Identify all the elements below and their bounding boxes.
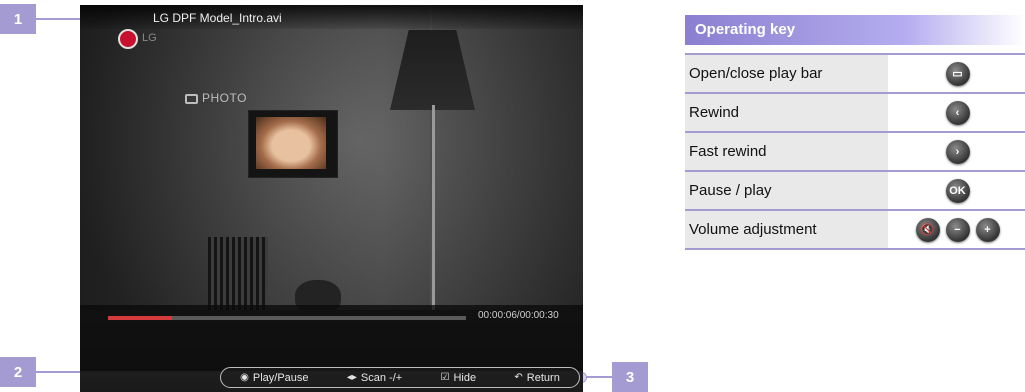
control-label: Play/Pause xyxy=(252,371,309,384)
hide-hint[interactable]: ☑ Hide xyxy=(441,372,477,384)
callout-2: 2 xyxy=(0,357,36,387)
left-right-arrows-icon: ◂▸ xyxy=(346,372,357,383)
callout-1-line xyxy=(36,18,82,20)
checkbox-icon: ☑ xyxy=(440,372,450,383)
operating-key-buttons: ▭ xyxy=(890,55,1025,92)
scan-hint[interactable]: ◂▸ Scan -/+ xyxy=(347,372,402,384)
photo-image xyxy=(256,117,326,169)
mute-icon: 🔇 xyxy=(915,217,940,242)
volume-down-icon: − xyxy=(945,217,970,242)
operating-key-row: Volume adjustment 🔇 − + xyxy=(685,211,1025,250)
operating-key-row: Pause / play OK xyxy=(685,172,1025,211)
logo-text: LG xyxy=(142,32,157,44)
operating-key-title: Operating key xyxy=(685,15,1025,45)
play-pause-hint[interactable]: ◉ Play/Pause xyxy=(240,372,308,384)
playbar-toggle-icon: ▭ xyxy=(945,61,970,86)
operating-key-panel: Operating key Open/close play bar ▭ Rewind… xyxy=(685,15,1025,250)
timecode: 00:00:06/00:00:30 xyxy=(478,310,559,321)
callout-3: 3 xyxy=(612,362,648,392)
control-label: Hide xyxy=(453,371,477,384)
operating-key-buttons: ‹ xyxy=(890,94,1025,131)
operating-key-row: Rewind ‹ xyxy=(685,94,1025,133)
ok-button-icon: OK xyxy=(945,178,970,203)
video-player[interactable]: PHOTO LG LG DPF Model_Intro.avi 00:00:06… xyxy=(80,5,583,392)
volume-up-icon: + xyxy=(975,217,1000,242)
return-hint[interactable]: ↶ Return xyxy=(514,372,559,384)
operating-key-buttons: › xyxy=(890,133,1025,170)
control-hints: ◉ Play/Pause ◂▸ Scan -/+ ☑ Hide ↶ Return xyxy=(220,367,580,388)
circle-icon: ◉ xyxy=(240,372,249,383)
chevron-right-icon: › xyxy=(945,139,970,164)
operating-key-table: Open/close play bar ▭ Rewind ‹ Fast rewind › P… xyxy=(685,53,1025,250)
operating-key-label: Rewind xyxy=(685,94,890,131)
control-label: Return xyxy=(526,371,560,384)
progress-bar[interactable] xyxy=(108,316,466,320)
progress-fill xyxy=(108,316,173,320)
return-icon: ↶ xyxy=(514,372,523,383)
chevron-left-icon: ‹ xyxy=(945,100,970,125)
operating-key-label: Open/close play bar xyxy=(685,55,890,92)
operating-key-buttons: 🔇 − + xyxy=(890,211,1025,248)
operating-key-row: Open/close play bar ▭ xyxy=(685,55,1025,94)
title-bar: LG DPF Model_Intro.avi xyxy=(80,5,583,29)
camera-icon xyxy=(185,93,198,104)
video-filename: LG DPF Model_Intro.avi xyxy=(153,11,282,25)
lg-logo-icon xyxy=(118,29,138,49)
callout-1: 1 xyxy=(0,4,36,34)
operating-key-label: Volume adjustment xyxy=(685,211,890,248)
control-label: Scan -/+ xyxy=(360,371,403,384)
operating-key-row: Fast rewind › xyxy=(685,133,1025,172)
operating-key-label: Pause / play xyxy=(685,172,890,209)
photo-label: PHOTO xyxy=(185,91,247,105)
operating-key-label: Fast rewind xyxy=(685,133,890,170)
operating-key-buttons: OK xyxy=(890,172,1025,209)
play-bar: 00:00:06/00:00:30 xyxy=(80,305,583,371)
